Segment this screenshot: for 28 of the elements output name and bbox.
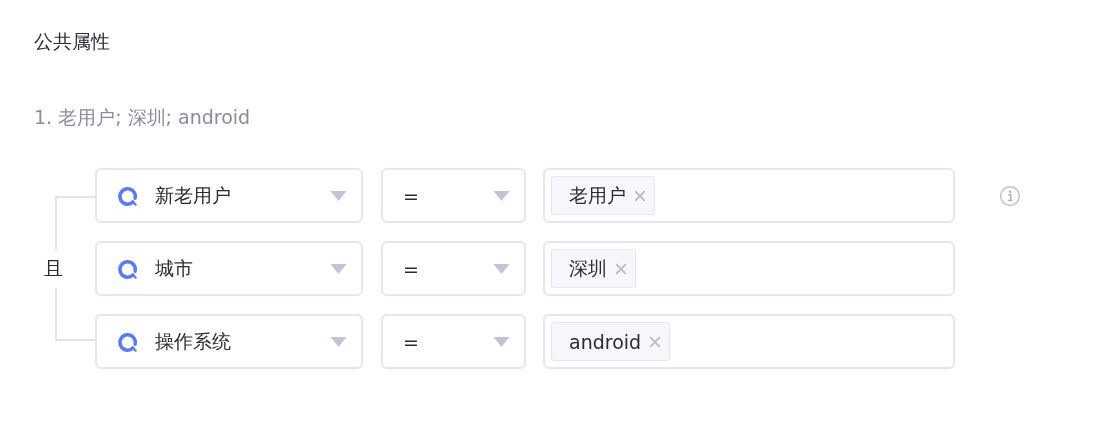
property-icon (117, 330, 139, 353)
tag-label: android (569, 330, 642, 353)
operator-select[interactable]: = (381, 168, 526, 223)
property-select[interactable]: 新老用户 (95, 168, 363, 223)
caret-icon (330, 190, 347, 201)
operator-select[interactable]: = (381, 314, 526, 369)
remove-icon[interactable] (649, 335, 662, 348)
tag-label: 老用户 (569, 182, 626, 208)
value-field[interactable]: android (543, 314, 955, 369)
caret-icon (493, 190, 510, 201)
property-select[interactable]: 城市 (95, 241, 363, 296)
property-icon (117, 184, 139, 207)
remove-icon[interactable] (615, 262, 627, 275)
operator-select[interactable]: = (381, 241, 526, 296)
value-field[interactable]: 老用户 (543, 168, 955, 223)
info-icon[interactable] (999, 184, 1021, 207)
caret-icon (493, 336, 510, 347)
property-icon (117, 257, 139, 280)
value-field[interactable]: 深圳 (543, 241, 955, 296)
logic-connector: 且 (44, 249, 63, 288)
caret-icon (330, 336, 347, 347)
caret-icon (330, 263, 347, 274)
caret-icon (493, 263, 510, 274)
rule-summary: 1. 老用户; 深圳; android (34, 105, 252, 130)
tag-label: 深圳 (569, 255, 607, 281)
section-title: 公共属性 (34, 29, 111, 54)
property-select[interactable]: 操作系统 (95, 314, 363, 369)
remove-icon[interactable] (634, 189, 646, 202)
